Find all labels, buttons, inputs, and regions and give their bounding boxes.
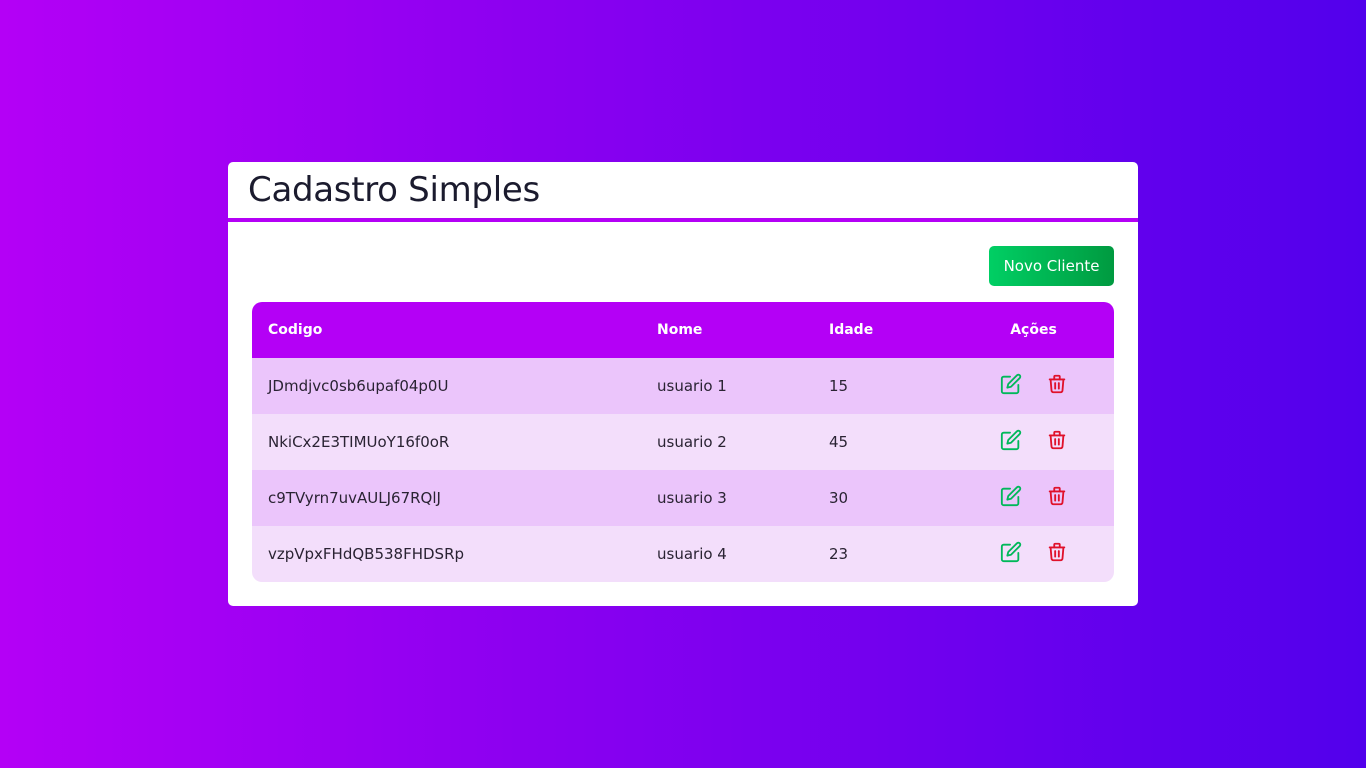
table-body: JDmdjvc0sb6upaf04p0U usuario 1 15 NkiCx2E3T… — [252, 358, 1114, 582]
column-header-idade: Idade — [829, 322, 874, 338]
delete-button[interactable] — [1044, 539, 1070, 565]
edit-icon — [1000, 541, 1022, 563]
clients-table-wrapper: Codigo Nome Idade Ações JDmdjvc0sb6upaf0… — [252, 302, 1114, 582]
edit-button[interactable] — [998, 539, 1024, 565]
table-row: NkiCx2E3TIMUoY16f0oR usuario 2 45 — [252, 414, 1114, 470]
cell-actions — [953, 358, 1114, 414]
edit-button[interactable] — [998, 483, 1024, 509]
edit-icon — [1000, 373, 1022, 395]
cell-idade: 30 — [829, 489, 849, 507]
trash-icon — [1046, 485, 1068, 507]
column-header-nome: Nome — [657, 322, 703, 338]
card-header: Cadastro Simples — [228, 162, 1138, 222]
trash-icon — [1046, 373, 1068, 395]
cell-codigo: c9TVyrn7uvAULJ67RQlJ — [268, 489, 441, 507]
edit-button[interactable] — [998, 427, 1024, 453]
cell-codigo: vzpVpxFHdQB538FHDSRp — [268, 545, 465, 563]
trash-icon — [1046, 429, 1068, 451]
cell-nome: usuario 4 — [657, 545, 727, 563]
table-header: Codigo Nome Idade Ações — [252, 302, 1114, 358]
cell-nome: usuario 3 — [657, 489, 727, 507]
column-header-acoes: Ações — [1010, 322, 1057, 338]
clients-table: Codigo Nome Idade Ações JDmdjvc0sb6upaf0… — [252, 302, 1114, 582]
cell-idade: 15 — [829, 377, 849, 395]
new-client-button[interactable]: Novo Cliente — [989, 246, 1114, 286]
column-header-codigo: Codigo — [268, 322, 323, 338]
register-card: Cadastro Simples Novo Cliente Codigo Nom… — [228, 162, 1138, 606]
toolbar: Novo Cliente — [228, 222, 1138, 302]
delete-button[interactable] — [1044, 427, 1070, 453]
cell-nome: usuario 2 — [657, 433, 727, 451]
cell-idade: 45 — [829, 433, 849, 451]
table-row: vzpVpxFHdQB538FHDSRp usuario 4 23 — [252, 526, 1114, 582]
delete-button[interactable] — [1044, 483, 1070, 509]
delete-button[interactable] — [1044, 371, 1070, 397]
trash-icon — [1046, 541, 1068, 563]
cell-idade: 23 — [829, 545, 849, 563]
page-title: Cadastro Simples — [248, 170, 540, 210]
table-row: c9TVyrn7uvAULJ67RQlJ usuario 3 30 — [252, 470, 1114, 526]
cell-codigo: NkiCx2E3TIMUoY16f0oR — [268, 433, 450, 451]
edit-button[interactable] — [998, 371, 1024, 397]
cell-nome: usuario 1 — [657, 377, 727, 395]
cell-actions — [953, 470, 1114, 526]
cell-codigo: JDmdjvc0sb6upaf04p0U — [268, 377, 449, 395]
cell-actions — [953, 414, 1114, 470]
table-header-row: Codigo Nome Idade Ações — [252, 302, 1114, 358]
edit-icon — [1000, 485, 1022, 507]
table-row: JDmdjvc0sb6upaf04p0U usuario 1 15 — [252, 358, 1114, 414]
edit-icon — [1000, 429, 1022, 451]
cell-actions — [953, 526, 1114, 582]
